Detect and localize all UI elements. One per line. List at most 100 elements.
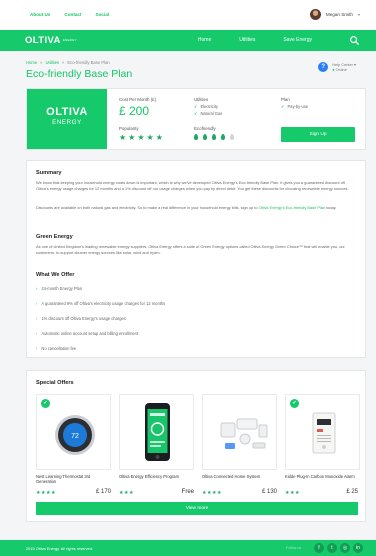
nav-item-save-energy[interactable]: Save Energy — [283, 37, 312, 43]
connected-home-image — [220, 418, 268, 449]
star-icon: ★ — [155, 133, 165, 142]
product-card-efficiency-program[interactable] — [119, 394, 194, 470]
utility-natural-gas: ✓ Natural Gas — [194, 111, 223, 116]
breadcrumb-home[interactable]: Home — [26, 60, 37, 65]
user-menu[interactable]: Megan Smith ▾ — [309, 9, 360, 20]
star-icon: ★ — [119, 133, 129, 142]
ecofriendly-label: Ecofriendly — [194, 126, 216, 131]
online-dot-icon: ● — [332, 67, 335, 72]
nav-item-home[interactable]: Home — [198, 37, 211, 43]
product-price: £ 25 — [346, 489, 358, 495]
logo-subtitle: ENERGY — [62, 38, 77, 43]
chevron-right-icon: › — [36, 346, 38, 351]
popularity-rating: ★★★★★ — [119, 133, 165, 142]
plan-label: Plan — [281, 97, 290, 102]
plan-type: ✓ Pay-by-use — [281, 104, 309, 109]
instagram-icon[interactable]: ◎ — [340, 543, 350, 553]
check-icon: ✓ — [281, 104, 285, 109]
product-name[interactable]: Kidde Plug-In Carbon Monoxide Alarm — [285, 474, 360, 479]
leaf-icon: ✔ — [41, 399, 50, 408]
drop-icon — [230, 134, 234, 140]
nav-item-utilities[interactable]: Utilities — [239, 37, 255, 43]
cost-label: Cost Per Month (£) — [119, 97, 157, 102]
plan-brand-logo: OLTIVA — [46, 106, 88, 118]
summary-heading: Summary — [36, 170, 62, 176]
chevron-right-icon: › — [36, 331, 38, 336]
what-we-offer-heading: What We Offer — [36, 272, 75, 278]
star-icon: ★ — [128, 133, 138, 142]
special-offers-heading: Special Offers — [36, 380, 74, 386]
product-name[interactable]: Nest Learning Thermostat 3rd Generation — [36, 474, 111, 484]
product-name[interactable]: Oltiva Energy Efficiency Program — [119, 474, 194, 479]
help-status: Online — [335, 67, 347, 72]
sign-up-button[interactable]: Sign Up — [281, 127, 355, 142]
plan-card: OLTIVA ENERGY Cost Per Month (£) £ 200 P… — [26, 88, 366, 150]
product-card-co-alarm[interactable]: ✔ — [285, 394, 360, 470]
main-nav: OLTIVA ENERGY Home Utilities Save Energy — [0, 30, 376, 51]
breadcrumb-utilities[interactable]: Utilities — [46, 60, 60, 65]
list-item: › A guaranteed 9% off Oltiva's electricit… — [36, 301, 166, 306]
avatar — [309, 9, 321, 20]
chevron-down-icon: ▾ — [357, 12, 360, 17]
summary-paragraph-2: Discounts are available on both natural … — [36, 205, 337, 210]
drop-icon — [221, 134, 225, 140]
footer: 2015 Oltiva Energy. All rights reserved.… — [0, 540, 376, 556]
contact-link[interactable]: Contact — [64, 12, 81, 17]
top-utility-bar: About Us Contact Social Megan Smith ▾ — [0, 0, 376, 30]
list-item: › 24-month Energy Plan — [36, 286, 83, 291]
summary-paragraph-1: We know that keeping your household ener… — [36, 180, 349, 191]
nav-menu: Home Utilities Save Energy — [198, 37, 312, 43]
utilities-label: Utilities — [194, 97, 209, 102]
thermostat-reading: 72 — [71, 433, 79, 440]
drop-icon — [212, 134, 216, 140]
list-item: › 1% discount off Oltiva Energy's usage c… — [36, 316, 126, 321]
help-chat-icon: ? — [318, 62, 329, 72]
help-center[interactable]: ? Help Center ▾ ● Online — [318, 62, 356, 72]
search-icon[interactable] — [349, 35, 360, 46]
chevron-right-icon: › — [36, 301, 38, 306]
plan-link[interactable]: Oltiva Energy's Eco-friendly Base Plan — [259, 205, 325, 210]
linkedin-icon[interactable]: in — [353, 543, 363, 553]
breadcrumb-current: Eco-friendly Base Plan — [67, 60, 110, 65]
product-rating: ★★★ — [285, 490, 300, 496]
product-rating: ★★★★ — [36, 490, 56, 496]
green-energy-paragraph: As one of United Kingdom's leading renew… — [36, 244, 345, 255]
phone-app-image — [145, 403, 170, 461]
top-links: About Us Contact Social — [30, 12, 109, 17]
drop-icon — [194, 134, 198, 140]
product-card-connected-home[interactable] — [202, 394, 277, 470]
plan-brand-panel: OLTIVA ENERGY — [27, 89, 107, 149]
utility-electricity: ✓ Electricity — [194, 104, 218, 109]
view-more-button[interactable]: View more — [36, 502, 358, 515]
facebook-icon[interactable]: f — [314, 543, 324, 553]
twitter-icon[interactable]: t — [327, 543, 337, 553]
product-card-thermostat[interactable]: ✔ 72 — [36, 394, 111, 470]
chevron-down-icon: ▾ — [354, 62, 356, 67]
special-offers-card: Special Offers ✔ 72 Nest Learning Thermo… — [26, 370, 366, 522]
product-rating: ★★★★ — [202, 490, 222, 496]
social-link[interactable]: Social — [96, 12, 110, 17]
product-price: £ 170 — [95, 489, 111, 495]
list-item: › No cancellation fee — [36, 346, 77, 351]
user-name: Megan Smith — [325, 12, 353, 17]
product-price: Free — [181, 489, 194, 495]
green-energy-heading: Green Energy — [36, 234, 73, 240]
breadcrumb: Home » Utilities » Eco-friendly Base Pla… — [26, 60, 110, 65]
follow-us-label: Follow us — [286, 546, 302, 550]
star-icon: ★ — [146, 133, 156, 142]
popularity-label: Popularity — [119, 126, 139, 131]
product-rating: ★★★ — [119, 490, 134, 496]
cost-value: £ 200 — [119, 104, 150, 118]
copyright: 2015 Oltiva Energy. All rights reserved. — [26, 546, 93, 551]
product-name[interactable]: Oltiva Connected Home System — [202, 474, 277, 479]
chevron-right-icon: › — [36, 316, 38, 321]
logo[interactable]: OLTIVA ENERGY — [25, 35, 77, 46]
star-icon: ★ — [137, 133, 147, 142]
ecofriendly-rating — [194, 134, 234, 140]
chevron-right-icon: › — [36, 286, 38, 291]
drop-icon — [203, 134, 207, 140]
plan-details-card: Summary We know that keeping your househ… — [26, 160, 366, 358]
list-item: › Automatic online account setup and bill… — [36, 331, 139, 336]
about-us-link[interactable]: About Us — [30, 12, 50, 17]
page-title: Eco-friendly Base Plan — [26, 68, 133, 80]
